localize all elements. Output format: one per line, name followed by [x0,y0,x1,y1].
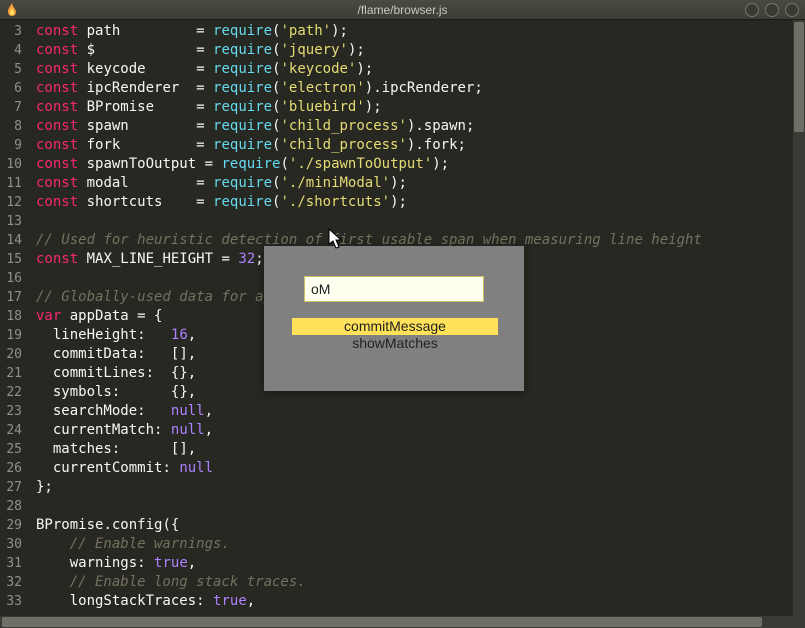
code-line: const modal = require('./miniModal'); [36,174,805,193]
code-line: const path = require('path'); [36,22,805,41]
line-number: 30 [0,535,22,554]
line-number: 19 [0,326,22,345]
line-number: 32 [0,573,22,592]
line-number: 3 [0,22,22,41]
line-number: 20 [0,345,22,364]
line-number: 14 [0,231,22,250]
code-line: const ipcRenderer = require('electron').… [36,79,805,98]
vertical-scrollbar[interactable] [793,20,805,616]
symbol-search-input[interactable] [304,276,484,302]
code-line [36,212,805,231]
code-line: warnings: true, [36,554,805,573]
line-number: 25 [0,440,22,459]
line-number: 5 [0,60,22,79]
line-number: 18 [0,307,22,326]
code-line: currentCommit: null [36,459,805,478]
code-line: longStackTraces: true, [36,592,805,611]
line-number: 17 [0,288,22,307]
code-line: currentMatch: null, [36,421,805,440]
line-number: 10 [0,155,22,174]
line-number: 11 [0,174,22,193]
line-number: 23 [0,402,22,421]
code-line: BPromise.config({ [36,516,805,535]
maximize-button[interactable] [765,3,779,17]
line-number: 33 [0,592,22,611]
code-line: searchMode: null, [36,402,805,421]
line-number: 26 [0,459,22,478]
horizontal-scrollbar[interactable] [0,616,805,628]
line-number: 4 [0,41,22,60]
symbol-result-item[interactable]: showMatches [292,335,498,352]
line-number: 21 [0,364,22,383]
code-line: const spawnToOutput = require('./spawnTo… [36,155,805,174]
close-button[interactable] [785,3,799,17]
code-line: matches: [], [36,440,805,459]
window-title: /flame/browser.js [357,3,447,17]
line-number: 24 [0,421,22,440]
code-line: // Enable long stack traces. [36,573,805,592]
titlebar: /flame/browser.js [0,0,805,20]
symbol-result-item[interactable]: commitMessage [292,318,498,335]
vertical-scrollbar-thumb[interactable] [794,22,804,132]
line-number: 13 [0,212,22,231]
symbol-search-popup: commitMessageshowMatches [264,246,524,391]
line-number: 15 [0,250,22,269]
horizontal-scrollbar-thumb[interactable] [2,617,762,627]
line-number: 6 [0,79,22,98]
gutter: 3456789101112131415161718192021222324252… [0,20,30,616]
window-controls [745,3,805,17]
line-number: 31 [0,554,22,573]
line-number: 27 [0,478,22,497]
code-line: const spawn = require('child_process').s… [36,117,805,136]
line-number: 7 [0,98,22,117]
line-number: 8 [0,117,22,136]
line-number: 12 [0,193,22,212]
line-number: 16 [0,269,22,288]
flame-icon [4,2,20,18]
line-number: 28 [0,497,22,516]
code-line: }; [36,478,805,497]
code-line: const shortcuts = require('./shortcuts')… [36,193,805,212]
code-line: const BPromise = require('bluebird'); [36,98,805,117]
line-number: 29 [0,516,22,535]
symbol-search-results: commitMessageshowMatches [292,318,498,352]
code-line: const keycode = require('keycode'); [36,60,805,79]
code-line [36,497,805,516]
line-number: 22 [0,383,22,402]
code-line: // Enable warnings. [36,535,805,554]
code-line: const fork = require('child_process').fo… [36,136,805,155]
minimize-button[interactable] [745,3,759,17]
code-line: const $ = require('jquery'); [36,41,805,60]
line-number: 9 [0,136,22,155]
